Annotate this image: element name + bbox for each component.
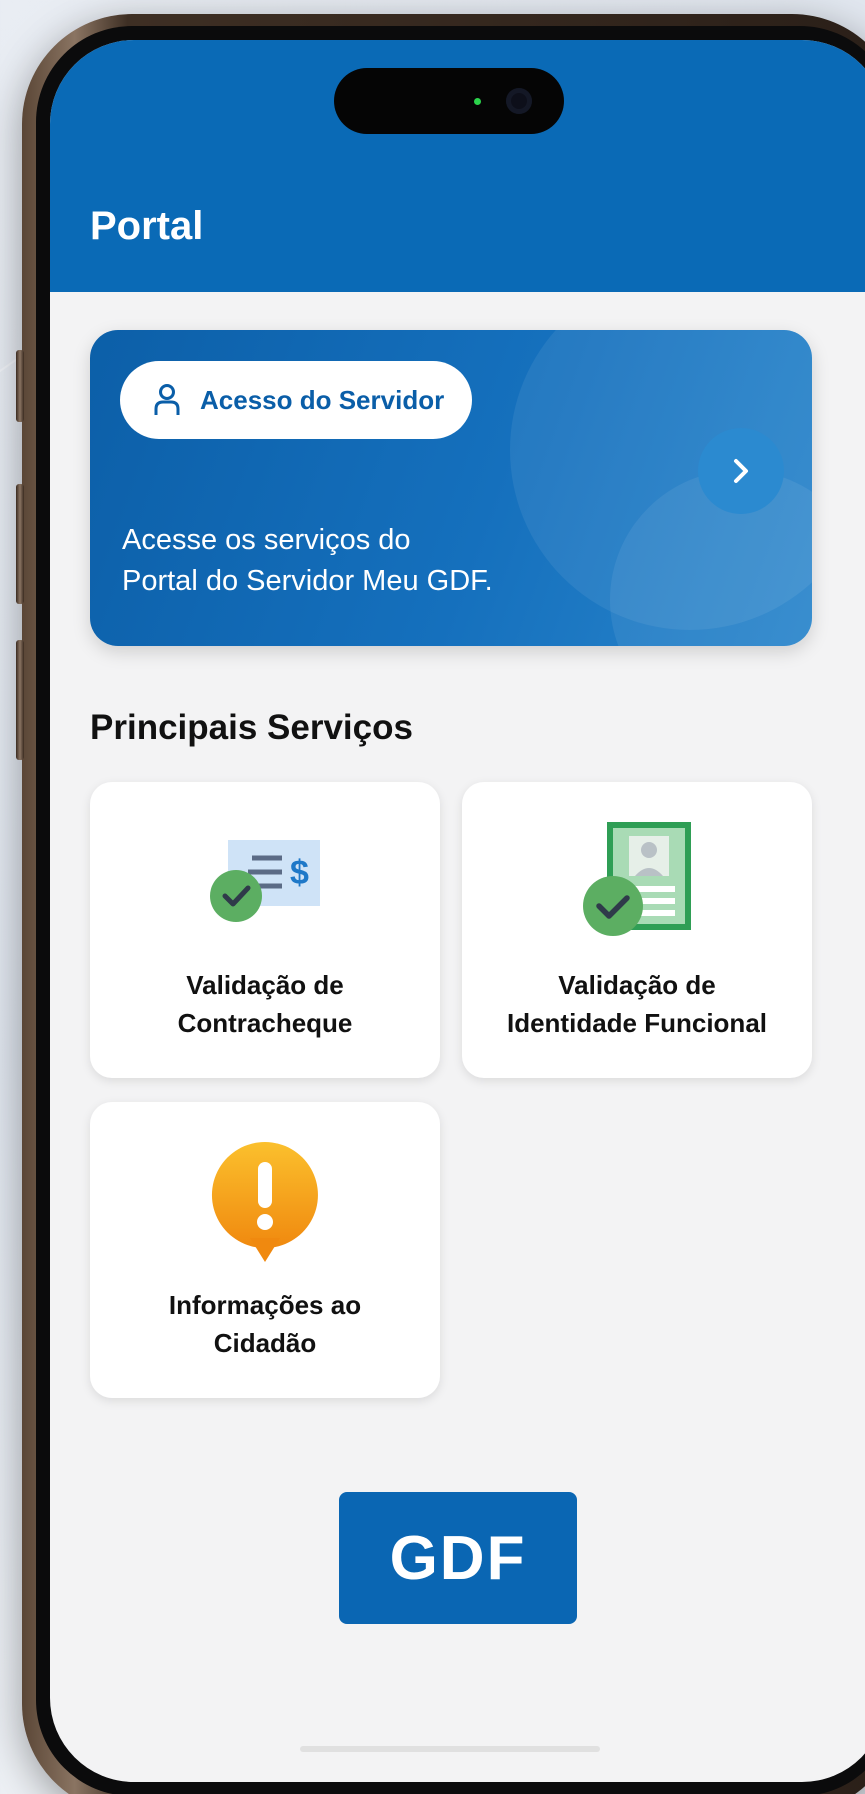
server-access-banner[interactable]: Acesso do Servidor Acesse os serviços do… [90,330,812,646]
service-card-label: Validação de Contracheque [90,966,440,1042]
alert-info-icon [211,1142,318,1262]
service-card-label-line: Cidadão [213,1328,317,1358]
section-title: Principais Serviços [90,708,413,747]
service-card-label: Validação de Identidade Funcional [462,966,812,1042]
service-card-id-validation[interactable]: Validação de Identidade Funcional [462,782,812,1078]
gdf-logo: GDF [339,1492,577,1624]
server-access-label: Acesso do Servidor [200,384,445,415]
user-icon [154,384,180,415]
app-screen: Portal Acesso do Servidor Acesse os serv… [50,40,865,1782]
banner-description: Acesse os serviços do Portal do Servidor… [122,520,542,602]
front-camera [506,88,532,114]
service-card-payslip-validation[interactable]: $ Validação de Contracheque [90,782,440,1078]
dynamic-island [334,68,564,134]
service-card-label-line: Informações ao [168,1290,362,1320]
banner-next-button[interactable] [698,428,784,514]
service-card-label-line: Identidade Funcional [506,1008,767,1038]
home-indicator[interactable] [300,1746,600,1752]
server-access-button[interactable]: Acesso do Servidor [120,361,472,439]
banner-description-line: Acesse os serviços do [122,524,411,556]
chevron-right-icon [734,459,748,483]
side-button [16,640,24,760]
service-card-label-line: Contracheque [177,1008,353,1038]
banner-description-line: Portal do Servidor Meu GDF. [122,565,493,597]
svg-text:$: $ [290,854,309,892]
service-card-label-line: Validação de [186,970,344,1000]
service-card-label-line: Validação de [558,970,716,1000]
payslip-check-icon: $ [210,840,320,922]
app-header: Portal [50,40,865,292]
page-title: Portal [90,204,204,248]
camera-indicator [474,98,481,105]
service-card-label: Informações ao Cidadão [90,1286,440,1362]
gdf-logo-text: GDF [389,1523,527,1593]
service-card-citizen-info[interactable]: Informações ao Cidadão [90,1102,440,1398]
id-card-check-icon [583,822,691,936]
side-button [16,350,24,422]
side-button [16,484,24,604]
